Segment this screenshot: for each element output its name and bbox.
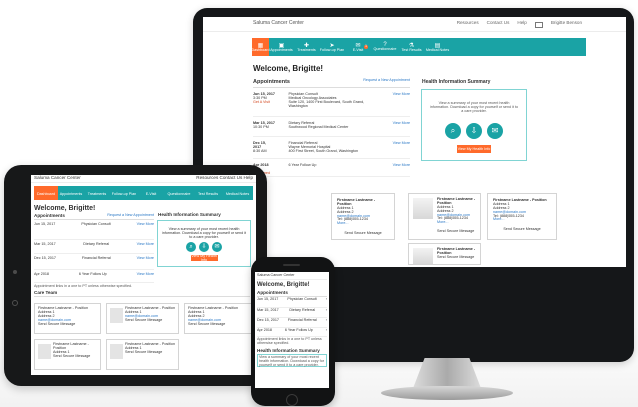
desktop-health-title: Health Information Summary bbox=[422, 79, 491, 85]
phone-welcome: Welcome, Brigitte! bbox=[257, 282, 310, 288]
mail-icon[interactable]: ✉ bbox=[487, 122, 503, 139]
chevron-right-icon: › bbox=[325, 317, 327, 322]
chevron-right-icon: › bbox=[325, 296, 327, 301]
tablet-nav: Dashboard Appointments Treatments Follow… bbox=[34, 186, 253, 200]
phone-appointment-row[interactable]: Mar 15, 2017 Dietary Referral › bbox=[257, 308, 327, 318]
tablet-welcome: Welcome, Brigitte! bbox=[34, 205, 96, 212]
desktop-care-card: Firstname Lastname - Position Send Secure… bbox=[408, 243, 481, 265]
tablet-health-title: Health Information Summary bbox=[158, 212, 221, 217]
download-icon[interactable]: ⇩ bbox=[199, 241, 209, 252]
tablet-care-card: Firstname Lastname - Position Address 1 Se… bbox=[106, 339, 179, 370]
desktop-appointments-title: Appointments bbox=[253, 79, 290, 85]
phone-speaker bbox=[283, 264, 300, 266]
phone-health-title: Health Information Summary bbox=[257, 347, 320, 353]
evisit-badge: 1 bbox=[363, 44, 368, 49]
phone-health-card: View a summary of your most recent healt… bbox=[257, 354, 327, 368]
desktop-mail-icon[interactable] bbox=[534, 22, 543, 28]
desktop-app-name: Saluma Cancer Center bbox=[253, 20, 304, 27]
desktop-health-icons: ⌕ ⇩ ✉ bbox=[427, 122, 521, 139]
tablet-tab-treatments[interactable]: Treatments bbox=[84, 186, 110, 200]
phone-appointment-row[interactable]: Apr 2018 6 Year Follow Up › bbox=[257, 328, 327, 337]
desktop-care-card: Firstname Lastname - Position Address 1 Ad… bbox=[331, 193, 395, 240]
tablet-tab-evisit[interactable]: E-Visit bbox=[138, 186, 164, 200]
desktop-tab-evisit[interactable]: ✉ E-Visit 1 bbox=[345, 38, 371, 56]
tablet-appointments-footnote: Appointment links in a one to PT unless … bbox=[34, 283, 133, 288]
phone-header: Saluma Cancer Center bbox=[257, 273, 327, 280]
chevron-right-icon: › bbox=[325, 327, 327, 332]
search-icon[interactable]: ⌕ bbox=[186, 241, 196, 252]
tablet-top-links: Resources Contact Us Help bbox=[196, 175, 253, 181]
desktop-top-header: Saluma Cancer Center Resources Contact U… bbox=[203, 17, 626, 32]
desktop-link-resources[interactable]: Resources bbox=[457, 20, 479, 27]
desktop-tab-test-results[interactable]: ⚗ Test Results bbox=[399, 38, 424, 56]
tablet-appointment-row[interactable]: Apr 2018 6 Year Follow Up View More bbox=[34, 270, 154, 283]
tablet-request-link[interactable]: Request a New Appointment bbox=[107, 213, 154, 219]
tablet-care-team-title: Care Team bbox=[34, 290, 250, 297]
desktop-care-card: Firstname Lastname - Position Address 1 Ad… bbox=[487, 193, 557, 240]
desktop-care-card: Firstname Lastname - Position Address 1 Ad… bbox=[408, 193, 481, 240]
tablet-appointment-row[interactable]: Jun 15, 2017 Physician Consult View More bbox=[34, 220, 154, 240]
tablet-appointment-row[interactable]: Dec 15, 2017 Financial Referral View More bbox=[34, 254, 154, 270]
tablet-appointment-row[interactable]: Mar 15, 2017 Dietary Referral View More bbox=[34, 240, 154, 254]
desktop-tab-dashboard[interactable]: ▦ Dashboard bbox=[251, 38, 270, 56]
desktop-appointment-row[interactable]: Dec 15, 2017 8:30 AM Financial Referral Wa… bbox=[253, 137, 410, 160]
doctor-avatar bbox=[110, 308, 123, 323]
tablet-health-card: Health Information Summary View a summar… bbox=[157, 212, 251, 267]
doctor-avatar bbox=[110, 344, 123, 359]
responsive-mockup-scene: Saluma Cancer Center Resources Contact U… bbox=[0, 0, 638, 407]
tablet-care-card: Firstname Lastname - Position Address 1 Se… bbox=[34, 339, 101, 370]
desktop-tab-appointments[interactable]: ▣ Appointments bbox=[269, 38, 294, 56]
desktop-monitor-base bbox=[381, 386, 513, 400]
desktop-health-text: View a summary of your most recent healt… bbox=[429, 101, 519, 113]
phone-appointment-row[interactable]: Dec 15, 2017 Financial Referral › bbox=[257, 318, 327, 328]
tablet-care-card: Firstname Lastname - Position Address 1 na… bbox=[106, 303, 179, 334]
desktop-appointment-row[interactable]: Mar 15, 2017 10:30 PM Dietary Referral Sou… bbox=[253, 117, 410, 138]
doctor-avatar bbox=[38, 344, 51, 359]
desktop-nav: ▦ Dashboard ▣ Appointments ✚ Treatments ➤ F… bbox=[251, 38, 586, 56]
desktop-tab-followup[interactable]: ➤ Follow-up Plan bbox=[319, 38, 345, 56]
tablet-tab-followup[interactable]: Follow-up Plan bbox=[110, 186, 138, 200]
mail-icon[interactable]: ✉ bbox=[212, 241, 222, 252]
desktop-tab-medical-notes[interactable]: ▤ Medical Notes bbox=[424, 38, 451, 56]
desktop-welcome: Welcome, Brigitte! bbox=[253, 64, 324, 73]
desktop-health-button[interactable]: View My Health Info bbox=[457, 144, 491, 153]
desktop-tab-questionnaire[interactable]: ? Questionnaire bbox=[371, 38, 399, 56]
tablet-health-button[interactable]: View My Health Info bbox=[190, 254, 218, 261]
desktop-link-contact[interactable]: Contact Us bbox=[487, 20, 510, 27]
desktop-link-help[interactable]: Help bbox=[517, 20, 526, 27]
desktop-request-link[interactable]: Request a New Appointment bbox=[363, 78, 410, 85]
desktop-link-user[interactable]: Brigitte Benson bbox=[551, 20, 582, 27]
tablet-header: Saluma Cancer Center Resources Contact U… bbox=[31, 175, 256, 183]
desktop-top-links: Resources Contact Us Help Brigitte Benso… bbox=[457, 20, 582, 28]
tablet-tab-medical-notes[interactable]: Medical Notes bbox=[222, 186, 253, 200]
tablet-tab-appointments[interactable]: Appointments bbox=[58, 186, 84, 200]
phone-screen: Saluma Cancer Center Welcome, Brigitte! … bbox=[255, 272, 329, 388]
chevron-right-icon: › bbox=[325, 307, 327, 312]
tablet-tab-questionnaire[interactable]: Questionnaire bbox=[164, 186, 194, 200]
download-icon[interactable]: ⇩ bbox=[466, 122, 482, 139]
desktop-appointment-row[interactable]: Apr 2018Not Confirmed 6 Year Follow Up V… bbox=[253, 159, 410, 178]
tablet-tab-dashboard[interactable]: Dashboard bbox=[34, 186, 58, 200]
phone-appointment-row[interactable]: Jun 15, 2017 Physician Consult › bbox=[257, 297, 327, 308]
tablet-care-card: Firstname Lastname - Position Address 1 Ad… bbox=[184, 303, 252, 334]
desktop-tab-treatments[interactable]: ✚ Treatments bbox=[294, 38, 319, 56]
tablet-camera bbox=[13, 270, 17, 274]
phone-home-button bbox=[286, 394, 298, 406]
desktop-appointment-row[interactable]: Jun 15, 2017 3:30 PM Get A Visit Physician… bbox=[253, 88, 410, 118]
doctor-avatar bbox=[413, 198, 433, 219]
phone-footnote: Appointment links in a one to PT unless … bbox=[257, 336, 322, 345]
tablet-screen: Saluma Cancer Center Resources Contact U… bbox=[31, 175, 256, 375]
doctor-avatar bbox=[413, 248, 433, 264]
desktop-health-summary-card: Health Information Summary View a summar… bbox=[421, 79, 527, 161]
tablet-tab-test-results[interactable]: Test Results bbox=[194, 186, 222, 200]
search-icon[interactable]: ⌕ bbox=[445, 122, 461, 139]
tablet-care-card: Firstname Lastname - Position Address 1 Ad… bbox=[34, 303, 101, 334]
tablet-appointments-panel: Appointments Request a New Appointment J… bbox=[34, 213, 154, 288]
tablet-home-button bbox=[12, 300, 18, 306]
